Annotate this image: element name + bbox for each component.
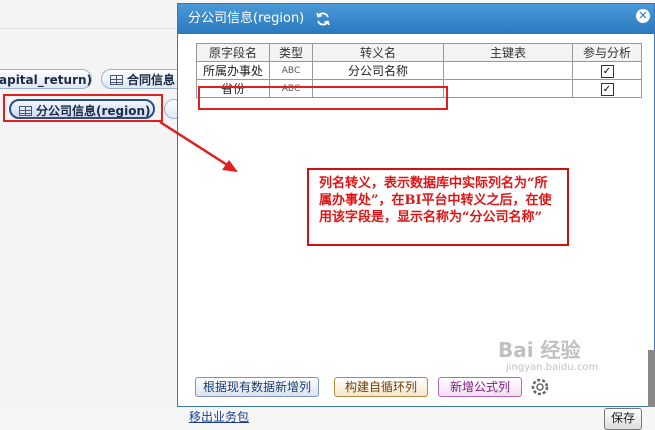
table-button-label: apital_return) [0,73,93,87]
add-formula-column-button[interactable]: 新增公式列 [438,377,522,397]
remove-from-package-link[interactable]: 移出业务包 [189,408,249,425]
field-name-cell: 所属办事处 [196,61,270,80]
column-header-field: 原字段名 [196,43,270,62]
analysis-cell: ✓ [572,79,642,98]
analysis-checkbox[interactable]: ✓ [600,64,614,78]
primary-key-cell[interactable] [443,79,573,98]
column-header-analysis: 参与分析 [572,43,642,62]
table-icon [110,75,123,85]
field-type-cell: ABC [269,61,313,80]
watermark-url: jingyan.baidu.com [506,362,599,373]
column-header-type: 类型 [269,43,313,62]
table-button-contract[interactable]: 合同信息 [101,69,186,89]
watermark-logo: Bai 经验 [498,338,581,362]
background-panel [0,0,180,407]
annotation-highlight-table [3,94,163,122]
scrollbar[interactable] [648,350,655,407]
build-self-loop-column-button[interactable]: 构建自循环列 [334,377,428,397]
refresh-icon[interactable] [315,11,331,27]
dialog-body: 原字段名 类型 转义名 主键表 参与分析 所属办事处 ABC 分公司名称 ✓ 省… [178,34,654,430]
annotation-highlight-row [198,86,448,110]
annotation-callout: 列名转义，表示数据库中实际列名为“所属办事处”，在BI平台中转义之后，在使用该字… [307,168,569,246]
table-button-label: 合同信息 [127,73,176,87]
add-column-from-data-button[interactable]: 根据现有数据新增列 [195,377,319,397]
table-row: 所属办事处 ABC 分公司名称 ✓ [196,61,642,80]
primary-key-cell[interactable] [443,61,573,80]
column-header-alias: 转义名 [312,43,444,62]
analysis-checkbox[interactable]: ✓ [600,82,614,96]
table-properties-dialog: 分公司信息(region) ✕ 原字段名 类型 转义名 主键表 参与分析 所属办… [177,3,655,430]
close-icon[interactable]: ✕ [636,9,650,23]
dialog-title: 分公司信息(region) [188,11,305,26]
table-header-row: 原字段名 类型 转义名 主键表 参与分析 [196,43,642,62]
save-button[interactable]: 保存 [604,408,642,430]
dialog-title-bar: 分公司信息(region) ✕ [178,4,654,34]
alias-cell[interactable]: 分公司名称 [312,61,444,80]
analysis-cell: ✓ [572,61,642,80]
column-header-primary-key: 主键表 [443,43,573,62]
background-divider [0,28,180,29]
table-button-capital-return[interactable]: apital_return) [0,69,92,89]
settings-icon[interactable] [530,377,550,397]
